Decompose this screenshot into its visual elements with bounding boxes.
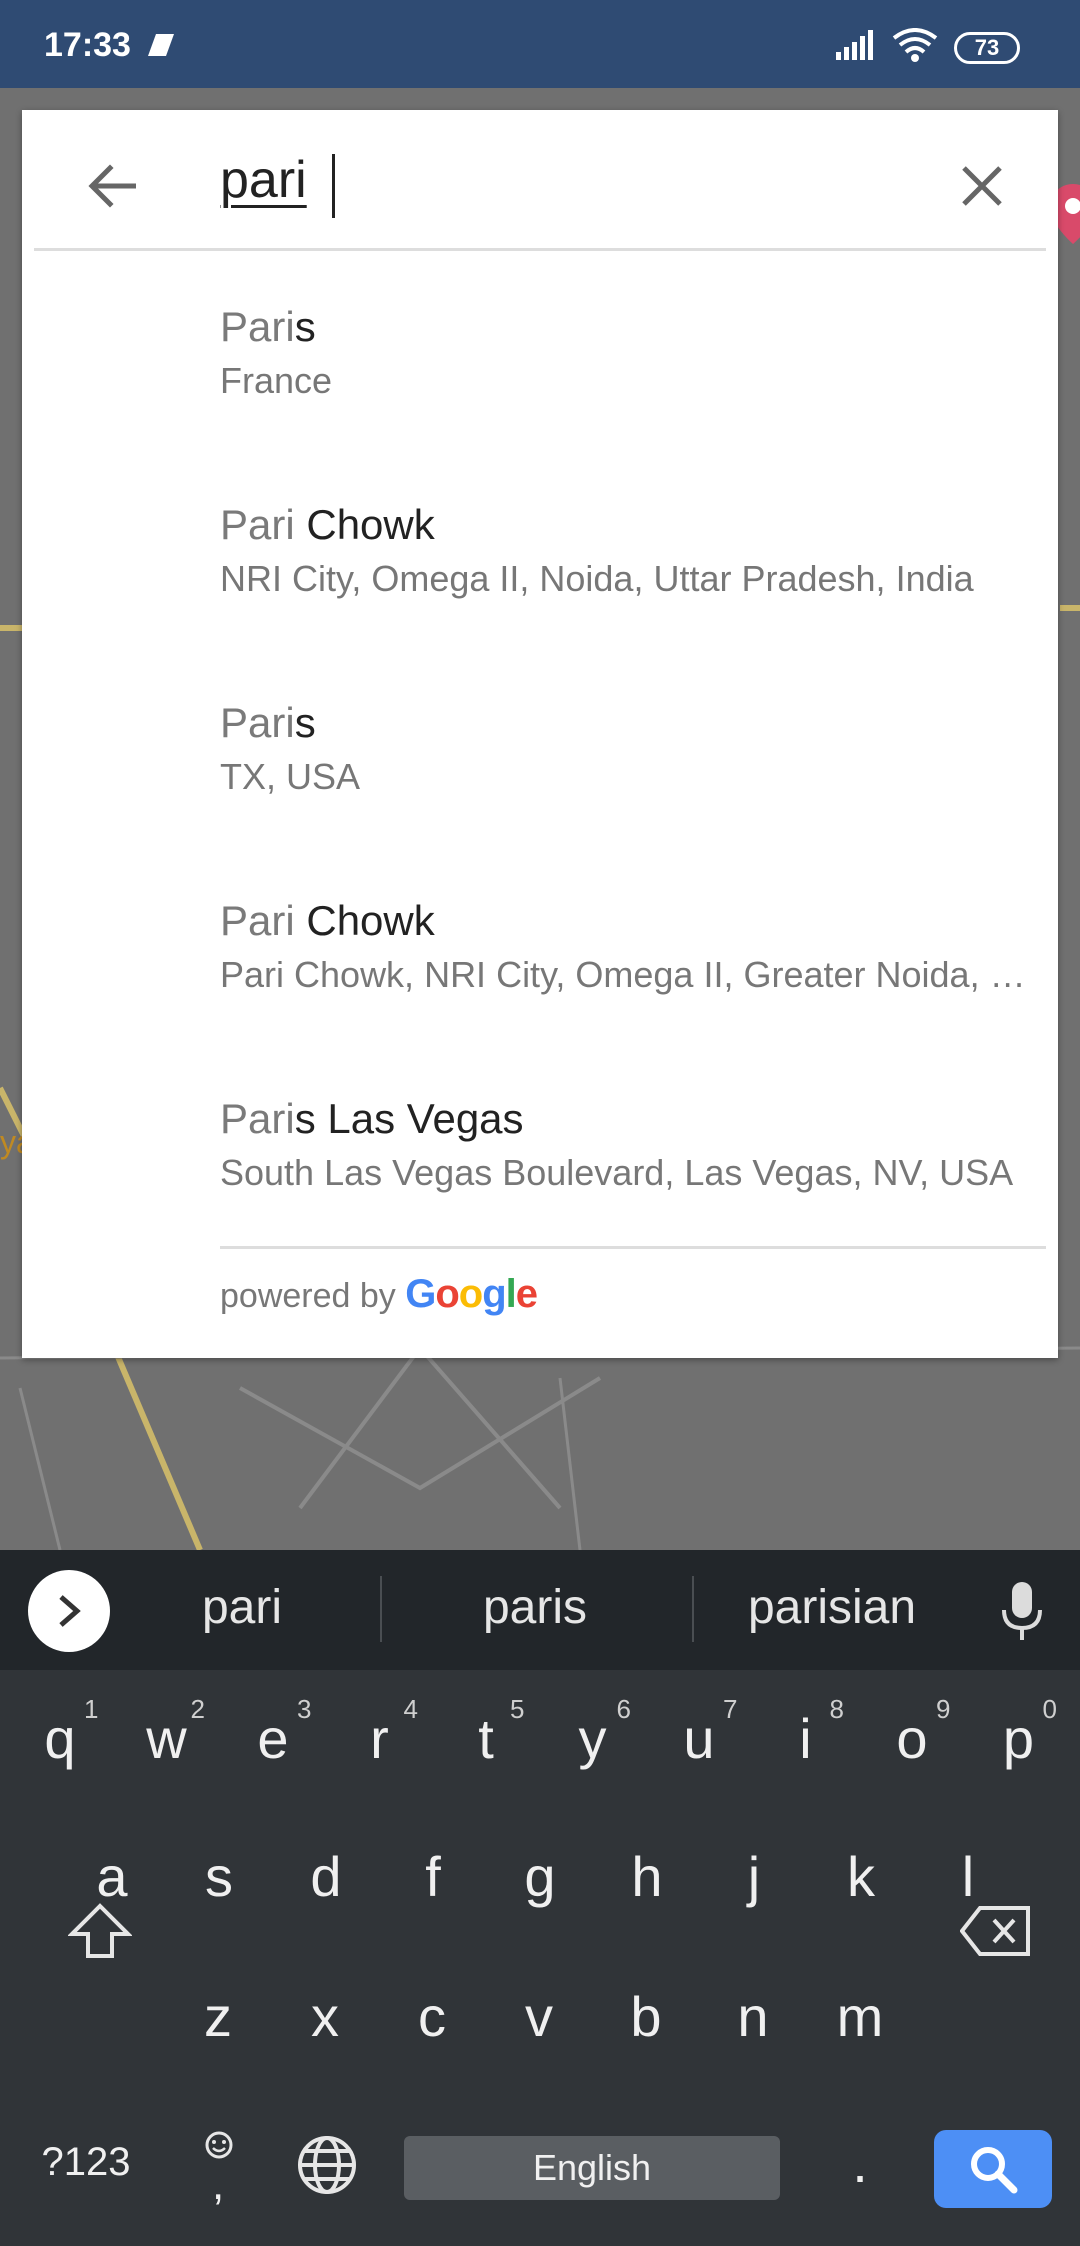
key-hint: 3 [297,1694,312,1724]
language-key[interactable] [292,2134,362,2204]
key-f[interactable]: f [383,1822,483,1932]
key-hint: 4 [403,1694,418,1724]
result-item[interactable]: Paris TX, USA [22,648,1058,846]
result-item[interactable]: Pari Chowk Pari Chowk, NRI City, Omega I… [22,846,1058,1044]
back-button[interactable] [72,146,152,226]
key-k[interactable]: k [811,1822,911,1932]
divider [380,1576,382,1642]
divider [34,248,1046,251]
search-panel: pari Paris France Pari Chowk NRI City, O… [22,110,1058,1358]
key-g[interactable]: g [490,1822,590,1932]
key-z[interactable]: z [168,1962,268,2072]
result-title: Paris Las Vegas [220,1095,524,1142]
key-s[interactable]: s [169,1822,269,1932]
key-hint: 2 [190,1694,205,1724]
flash-icon [148,34,174,56]
result-title: Paris [220,303,316,350]
result-item[interactable]: Pari Chowk NRI City, Omega II, Noida, Ut… [22,450,1058,648]
status-time: 17:33 [44,26,131,64]
backspace-key[interactable] [946,1876,1046,1986]
close-icon [962,166,1002,206]
key-h[interactable]: h [597,1822,697,1932]
keyboard-search-key[interactable] [934,2130,1052,2208]
key-j[interactable]: j [704,1822,804,1932]
result-title: Paris [220,699,316,746]
search-input[interactable]: pari [220,150,307,210]
period-key[interactable]: . [840,2130,880,2195]
results-list: Paris France Pari Chowk NRI City, Omega … [22,252,1058,1242]
shift-key[interactable] [50,1876,150,1986]
result-subtitle: France [220,360,333,401]
result-subtitle: South Las Vegas Boulevard, Las Vegas, NV… [220,1152,1014,1193]
suggestion-3[interactable]: parisian [720,1580,944,1635]
chevron-right-icon [59,1595,81,1627]
key-x[interactable]: x [275,1962,375,2072]
powered-by-label: powered by [220,1277,396,1315]
key-m[interactable]: m [810,1962,910,2072]
result-title: Pari Chowk [220,897,435,944]
arrow-back-icon [88,164,136,208]
result-item[interactable]: Paris France [22,252,1058,450]
key-hint: 1 [84,1694,99,1724]
result-subtitle: TX, USA [220,756,361,797]
microphone-icon[interactable] [1000,1582,1044,1642]
key-hint: 5 [510,1694,525,1724]
wifi-icon [892,28,938,62]
emoji-comma-key[interactable]: , [190,2130,250,2210]
backspace-icon [960,1906,1030,1956]
key-c[interactable]: c [382,1962,482,2072]
result-subtitle: NRI City, Omega II, Noida, Uttar Pradesh… [220,558,974,599]
key-hint: 7 [723,1694,738,1724]
emoji-icon [205,2131,233,2159]
space-key[interactable]: English [404,2136,780,2200]
result-subtitle: Pari Chowk, NRI City, Omega II, Greater … [220,954,1042,995]
divider [692,1576,694,1642]
key-d[interactable]: d [276,1822,376,1932]
text-cursor [332,154,335,218]
key-hint: 6 [616,1694,631,1724]
result-title: Pari Chowk [220,501,435,548]
powered-by-google: powered by Google [220,1272,538,1317]
key-hint: 8 [829,1694,844,1724]
key-v[interactable]: v [489,1962,589,2072]
key-hint: 9 [936,1694,951,1724]
suggestions-expand-button[interactable] [28,1570,110,1652]
globe-icon [298,2136,356,2194]
suggestion-bar: pari paris parisian [0,1550,1080,1670]
google-logo: Google [405,1272,538,1316]
status-bar: 17:33 73 [0,0,1080,88]
result-item[interactable]: Paris Las Vegas South Las Vegas Boulevar… [22,1044,1058,1242]
symbols-key[interactable]: ?123 [28,2140,144,2185]
keyboard: pari paris parisian q1w2e3r4t5y6u7i8o9p0… [0,1550,1080,2246]
battery-indicator: 73 [954,32,1020,64]
key-hint: 0 [1042,1694,1057,1724]
search-icon [971,2147,1018,2194]
clear-search-button[interactable] [942,146,1022,226]
signal-icon [836,30,873,60]
key-n[interactable]: n [703,1962,803,2072]
suggestion-2[interactable]: paris [430,1580,640,1635]
key-b[interactable]: b [596,1962,696,2072]
shift-icon [68,1903,132,1958]
divider [220,1246,1046,1249]
suggestion-1[interactable]: pari [150,1580,334,1635]
